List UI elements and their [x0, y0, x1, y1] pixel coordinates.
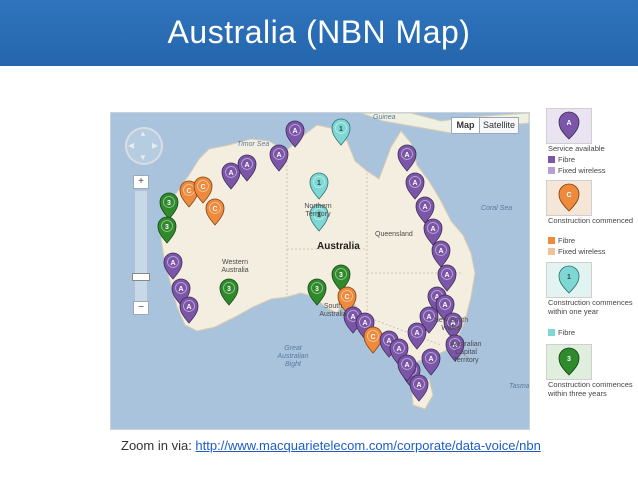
label-tasman: Tasma — [509, 383, 530, 390]
map-pin-label: 3 — [339, 272, 343, 279]
legend-construction-fibre: Fibre — [548, 236, 575, 245]
map-pin-label: A — [416, 382, 421, 389]
map-pin-label: C — [200, 184, 205, 191]
map-pin-service-fibre[interactable]: A — [421, 348, 441, 376]
label-south-australia: South Australia — [319, 303, 347, 318]
legend-service-fixed-wireless: Fixed wireless — [548, 166, 606, 175]
label-act: Australian Capital Territory — [450, 341, 482, 364]
svg-text:C: C — [566, 192, 571, 199]
legend-service-fibre: Fibre — [548, 155, 575, 164]
label-timor-sea: Timor Sea — [237, 141, 270, 148]
map-pin-label: C — [186, 188, 191, 195]
satellite-view-button[interactable]: Satellite — [479, 117, 519, 134]
map-view-button[interactable]: Map — [451, 117, 480, 134]
label-new-south-wales: New South Wales — [433, 317, 469, 332]
map-pin-label: C — [212, 206, 217, 213]
nbn-map[interactable]: A1AAACCC3311AAA3AAAAAAAAA33CAACAAAAAAAAA… — [110, 112, 530, 430]
map-pin-label: A — [430, 226, 435, 233]
map-pin-label: A — [404, 362, 409, 369]
map-pin-label: A — [170, 260, 175, 267]
pan-left-icon[interactable]: ◀ — [128, 141, 134, 150]
map-pin-label: 3 — [165, 224, 169, 231]
caption-prefix: Zoom in via: — [121, 438, 196, 453]
map-pin-label: 3 — [315, 286, 319, 293]
map-pin-label: A — [228, 170, 233, 177]
map-pin-label: A — [186, 304, 191, 311]
map-pin-label: A — [438, 248, 443, 255]
map-pin-construction-fibre[interactable]: C — [363, 326, 383, 354]
legend-three-years-heading: Construction commences within three year… — [548, 380, 633, 398]
map-canvas[interactable]: A1AAACCC3311AAA3AAAAAAAAA33CAACAAAAAAAAA — [111, 113, 529, 429]
label-queensland: Queensland — [375, 231, 413, 238]
zoom-slider-thumb[interactable] — [132, 273, 150, 281]
pan-up-icon[interactable]: ▲ — [139, 129, 147, 138]
map-pin-label: A — [422, 204, 427, 211]
nbn-link[interactable]: http://www.macquarietelecom.com/corporat… — [195, 438, 540, 453]
legend-service-chip: A — [546, 108, 592, 144]
map-pin-label: 1 — [339, 126, 343, 133]
legend-construction-fixed-wireless: Fixed wireless — [548, 247, 606, 256]
map-pin-label: A — [276, 152, 281, 159]
pan-down-icon[interactable]: ▼ — [139, 153, 147, 162]
caption: Zoom in via: http://www.macquarietelecom… — [121, 438, 541, 453]
label-coral-sea: Coral Sea — [481, 205, 513, 212]
map-pin-label: 1 — [317, 180, 321, 187]
map-pin-label: A — [428, 356, 433, 363]
map-pin-label: A — [178, 286, 183, 293]
map-pin-label: A — [442, 302, 447, 309]
map-pin-label: C — [344, 294, 349, 301]
pan-control[interactable]: ▲ ▼ ◀ ▶ — [125, 127, 163, 165]
map-legend: A Service available Fibre Fixed wireless… — [542, 104, 638, 416]
legend-construction-chip: C — [546, 180, 592, 216]
zoom-slider-track[interactable] — [135, 191, 147, 301]
map-pin-label: A — [396, 346, 401, 353]
legend-three-years-chip: 3 — [546, 344, 592, 380]
label-australia: Australia — [317, 241, 360, 252]
label-great-australian-bight: Great Australian Bight — [277, 345, 309, 368]
label-guinea: Guinea — [373, 114, 396, 121]
map-pin-label: A — [414, 330, 419, 337]
pan-right-icon[interactable]: ▶ — [152, 141, 158, 150]
map-pin-label: A — [362, 320, 367, 327]
legend-one-year-heading: Construction commences within one year — [548, 298, 633, 316]
map-pin-label: A — [292, 128, 297, 135]
svg-text:A: A — [566, 120, 571, 127]
label-northern-territory: Northern Territory — [304, 203, 332, 218]
label-western-australia: Western Australia — [221, 259, 249, 274]
legend-service-heading: Service available — [548, 144, 605, 153]
map-pin-label: C — [370, 334, 375, 341]
map-pin-label: A — [244, 162, 249, 169]
zoom-out-button[interactable]: − — [133, 301, 149, 315]
svg-text:3: 3 — [567, 356, 571, 363]
legend-one-year-chip: 1 — [546, 262, 592, 298]
map-pin-label: 3 — [227, 286, 231, 293]
zoom-in-button[interactable]: + — [133, 175, 149, 189]
slide-title: Australia (NBN Map) — [167, 14, 471, 50]
map-pin-label: A — [404, 152, 409, 159]
title-bar: Australia (NBN Map) — [0, 0, 638, 66]
legend-construction-heading: Construction commenced — [548, 216, 634, 225]
map-pin-label: A — [412, 180, 417, 187]
legend-one-year-fibre: Fibre — [548, 328, 575, 337]
svg-text:1: 1 — [567, 274, 571, 281]
map-pin-label: 3 — [167, 200, 171, 207]
map-pin-label: A — [444, 272, 449, 279]
